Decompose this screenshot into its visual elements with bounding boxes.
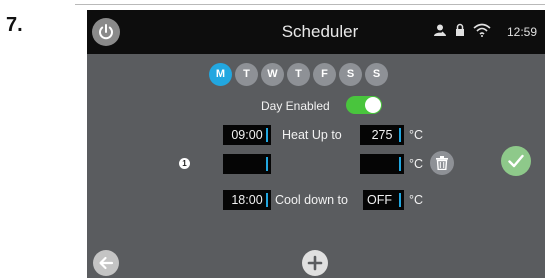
checkmark-icon (508, 154, 524, 168)
temp-value-1: 275 (371, 128, 393, 142)
action-label-1: Heat Up to (282, 128, 342, 142)
day-enabled-toggle[interactable] (346, 96, 382, 114)
input-cursor (399, 193, 401, 207)
scheduler-screen: Scheduler 12:59 M T W T F S S Day Enable… (87, 10, 545, 278)
plus-icon (307, 255, 323, 271)
day-monday-button[interactable]: M (209, 63, 232, 86)
add-row-button[interactable] (302, 250, 328, 276)
page-title: Scheduler (281, 22, 359, 41)
row-marker-badge: 1 (179, 158, 190, 169)
action-label-3: Cool down to (275, 193, 348, 207)
day-sunday-button[interactable]: S (365, 63, 388, 86)
delete-row-button[interactable] (430, 151, 454, 175)
temp-field-3[interactable]: OFF (363, 190, 404, 210)
time-field-2[interactable] (223, 154, 271, 174)
toggle-knob (365, 97, 381, 113)
input-cursor (399, 128, 401, 142)
trash-icon (436, 156, 448, 170)
day-saturday-button[interactable]: S (339, 63, 362, 86)
step-number: 7. (6, 14, 23, 36)
power-icon (99, 24, 113, 40)
unit-label-2: °C (409, 157, 424, 171)
day-wednesday-button[interactable]: W (261, 63, 284, 86)
temp-value-3: OFF (367, 193, 392, 207)
power-button[interactable] (92, 18, 120, 46)
wifi-icon (473, 23, 491, 37)
day-friday-button[interactable]: F (313, 63, 336, 86)
back-button[interactable] (93, 250, 119, 276)
day-tuesday-button[interactable]: T (235, 63, 258, 86)
title-bar: Scheduler 12:59 (87, 10, 545, 54)
input-cursor (266, 128, 268, 142)
arrow-left-icon (99, 256, 114, 270)
day-thursday-button[interactable]: T (287, 63, 310, 86)
temp-field-1[interactable]: 275 (360, 125, 404, 145)
clock: 12:59 (507, 25, 538, 39)
divider (75, 4, 545, 5)
time-field-3[interactable]: 18:00 (223, 190, 271, 210)
lock-icon (456, 23, 464, 36)
confirm-button[interactable] (501, 146, 531, 176)
unit-label-3: °C (409, 193, 424, 207)
time-value-3: 18:00 (231, 193, 263, 207)
time-field-1[interactable]: 09:00 (223, 125, 271, 145)
time-value-1: 09:00 (231, 128, 263, 142)
day-enabled-label: Day Enabled (261, 99, 330, 113)
temp-field-2[interactable] (360, 154, 404, 174)
input-cursor (266, 193, 268, 207)
unit-label-1: °C (409, 128, 424, 142)
user-icon (434, 24, 446, 36)
input-cursor (399, 157, 401, 171)
input-cursor (266, 157, 268, 171)
